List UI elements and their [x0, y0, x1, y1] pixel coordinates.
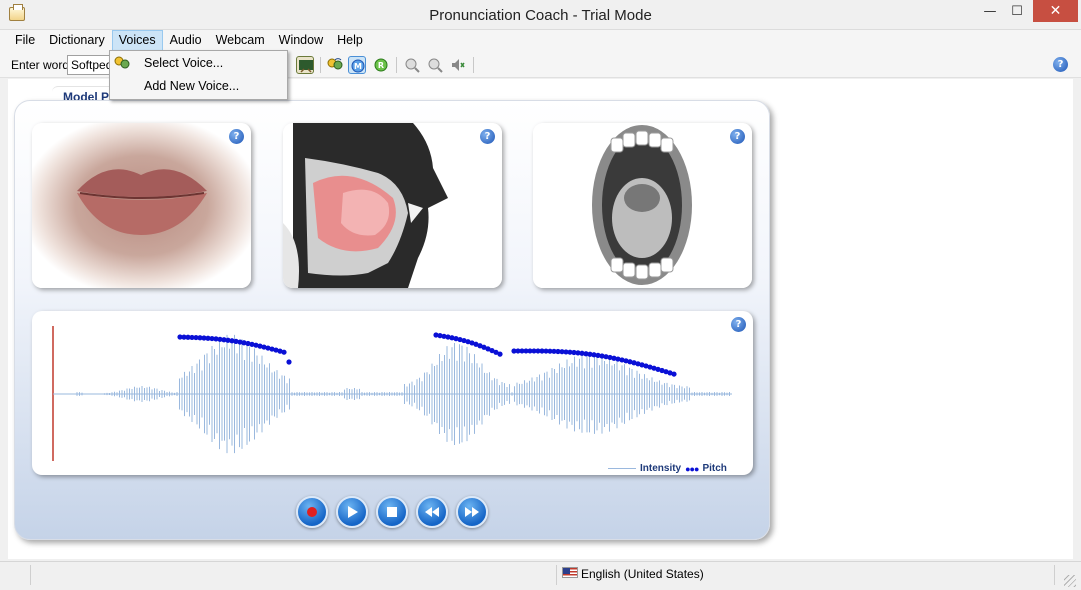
- pitch-dot: [497, 351, 503, 357]
- rewind-button[interactable]: [416, 496, 448, 528]
- toolbar-separator: [396, 57, 397, 73]
- help-icon[interactable]: ?: [731, 317, 746, 332]
- menu-dictionary[interactable]: Dictionary: [42, 30, 112, 51]
- word-input[interactable]: Softped: [67, 55, 115, 75]
- voice-user-icon[interactable]: [326, 56, 344, 74]
- play-button[interactable]: [336, 496, 368, 528]
- help-icon[interactable]: ?: [1053, 57, 1068, 72]
- status-divider: [556, 565, 557, 585]
- intensity-legend-line: [608, 468, 636, 469]
- svg-text:M: M: [354, 62, 362, 71]
- side-profile-card: ?: [283, 123, 502, 288]
- resize-grip[interactable]: [1064, 575, 1076, 587]
- menu-file[interactable]: File: [8, 30, 42, 51]
- waveform-graph: [52, 326, 732, 461]
- status-divider: [30, 565, 31, 585]
- zoom-in-icon[interactable]: [403, 56, 421, 74]
- language-status: English (United States): [581, 567, 704, 581]
- pitch-dot: [671, 371, 677, 377]
- status-bar: English (United States): [0, 561, 1081, 590]
- waveform-legend: Intensity ●●● Pitch: [608, 463, 727, 474]
- pitch-legend-dots: ●●●: [685, 463, 699, 474]
- us-flag-icon: [562, 567, 578, 578]
- menu-help[interactable]: Help: [330, 30, 370, 51]
- status-divider: [1054, 565, 1055, 585]
- menu-window[interactable]: Window: [272, 30, 330, 51]
- menu-webcam[interactable]: Webcam: [209, 30, 272, 51]
- minimize-button[interactable]: —: [976, 0, 1004, 22]
- stop-icon: [387, 507, 397, 517]
- rewind-icon: [425, 507, 439, 517]
- volume-icon[interactable]: [449, 56, 467, 74]
- stop-button[interactable]: [376, 496, 408, 528]
- add-new-voice-menu-item[interactable]: Add New Voice...: [144, 79, 239, 93]
- enter-word-label: Enter word:: [11, 58, 73, 72]
- waveform-card: ?: [32, 311, 753, 475]
- intensity-legend-label: Intensity: [640, 463, 682, 474]
- toolbar-separator: [320, 57, 321, 73]
- chalkboard-icon[interactable]: [296, 56, 314, 74]
- toolbar-separator: [473, 57, 474, 73]
- help-icon[interactable]: ?: [229, 129, 244, 144]
- help-icon[interactable]: ?: [730, 129, 745, 144]
- window-title: Pronunciation Coach - Trial Mode: [429, 7, 652, 24]
- title-bar: Pronunciation Coach - Trial Mode — ☐ ✕: [0, 0, 1081, 30]
- record-icon: [307, 507, 317, 517]
- voice-user-icon: [114, 56, 130, 69]
- pitch-dot: [281, 349, 287, 355]
- pitch-legend-label: Pitch: [702, 463, 727, 474]
- lips-view-card: ?: [32, 123, 251, 288]
- mouth-view-card: ?: [533, 123, 752, 288]
- menu-voices[interactable]: Voices: [111, 30, 163, 51]
- menu-audio[interactable]: Audio: [163, 30, 209, 51]
- fast-forward-icon: [465, 507, 479, 517]
- mouth-image: [533, 123, 752, 288]
- fast-forward-button[interactable]: [456, 496, 488, 528]
- play-icon: [348, 506, 358, 518]
- model-mode-icon[interactable]: M: [348, 56, 366, 74]
- menu-bar: File Dictionary Voices Audio Webcam Wind…: [0, 30, 1081, 51]
- zoom-out-icon[interactable]: [426, 56, 444, 74]
- maximize-button[interactable]: ☐: [1003, 0, 1031, 22]
- select-voice-menu-item[interactable]: Select Voice...: [144, 56, 223, 70]
- pitch-dot: [286, 359, 292, 365]
- close-button[interactable]: ✕: [1033, 0, 1078, 22]
- record-mode-icon[interactable]: R: [372, 56, 390, 74]
- lips-image: [32, 123, 251, 288]
- record-button[interactable]: [296, 496, 328, 528]
- svg-text:R: R: [378, 61, 384, 70]
- help-icon[interactable]: ?: [480, 129, 495, 144]
- voices-dropdown-menu: Select Voice... Add New Voice...: [109, 50, 288, 100]
- side-profile-image: [283, 123, 502, 288]
